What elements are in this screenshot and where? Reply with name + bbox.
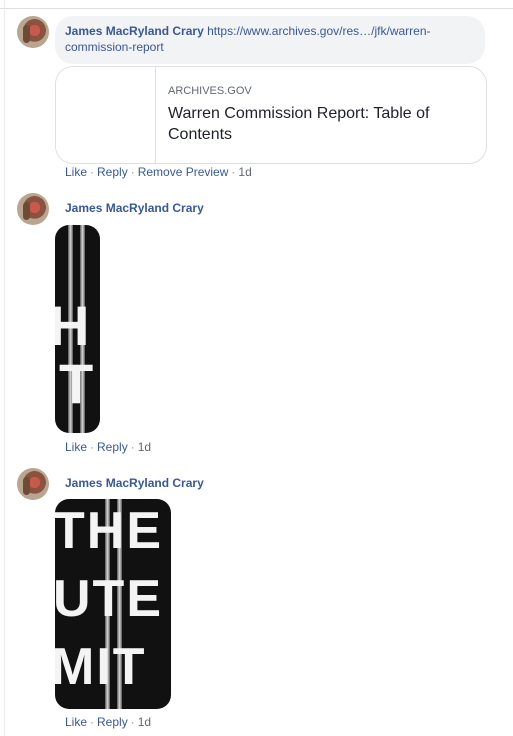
like-button[interactable]: Like — [65, 165, 87, 179]
like-button[interactable]: Like — [65, 715, 87, 729]
left-divider — [4, 0, 5, 736]
gif-text-line: H — [55, 294, 92, 357]
comment-actions: Like · Reply · 1d — [65, 715, 151, 729]
like-button[interactable]: Like — [65, 440, 87, 454]
comment-author[interactable]: James MacRyland Crary — [65, 476, 204, 490]
separator: · — [90, 715, 95, 729]
timestamp[interactable]: 1d — [138, 440, 151, 454]
timestamp[interactable]: 1d — [238, 165, 251, 179]
separator: · — [90, 440, 95, 454]
comment-actions: Like · Reply · 1d — [65, 440, 151, 454]
timestamp[interactable]: 1d — [138, 715, 151, 729]
comment-author[interactable]: James MacRyland Crary — [65, 201, 204, 215]
gif-attachment[interactable]: H T — [55, 225, 100, 433]
gif-text-line: UTE — [55, 570, 163, 628]
reply-button[interactable]: Reply — [97, 440, 128, 454]
comment-author[interactable]: James MacRyland Crary — [65, 24, 204, 38]
comment-actions: Like · Reply · Remove Preview · 1d — [65, 165, 252, 179]
gif-text-line: THE — [55, 502, 163, 560]
link-preview-card[interactable]: ARCHIVES.GOV Warren Commission Report: T… — [55, 66, 487, 164]
separator: · — [90, 165, 95, 179]
separator: · — [130, 715, 135, 729]
top-divider — [0, 0, 513, 9]
avatar[interactable] — [17, 193, 49, 225]
avatar[interactable] — [17, 16, 49, 48]
preview-domain: ARCHIVES.GOV — [168, 85, 252, 97]
comment-bubble: James MacRyland Crary https://www.archiv… — [55, 16, 485, 64]
comment-text: James MacRyland Crary https://www.archiv… — [65, 23, 465, 55]
separator: · — [231, 165, 236, 179]
reply-button[interactable]: Reply — [97, 165, 128, 179]
gif-text-line: T — [59, 352, 96, 415]
preview-title[interactable]: Warren Commission Report: Table of Conte… — [168, 103, 468, 145]
avatar[interactable] — [17, 468, 49, 500]
gif-attachment[interactable]: THE UTE MIT — [55, 499, 171, 709]
separator: · — [130, 440, 135, 454]
gif-text-line: MIT — [55, 638, 147, 696]
separator: · — [130, 165, 135, 179]
preview-thumbnail — [56, 67, 156, 163]
reply-button[interactable]: Reply — [97, 715, 128, 729]
remove-preview-button[interactable]: Remove Preview — [138, 165, 229, 179]
